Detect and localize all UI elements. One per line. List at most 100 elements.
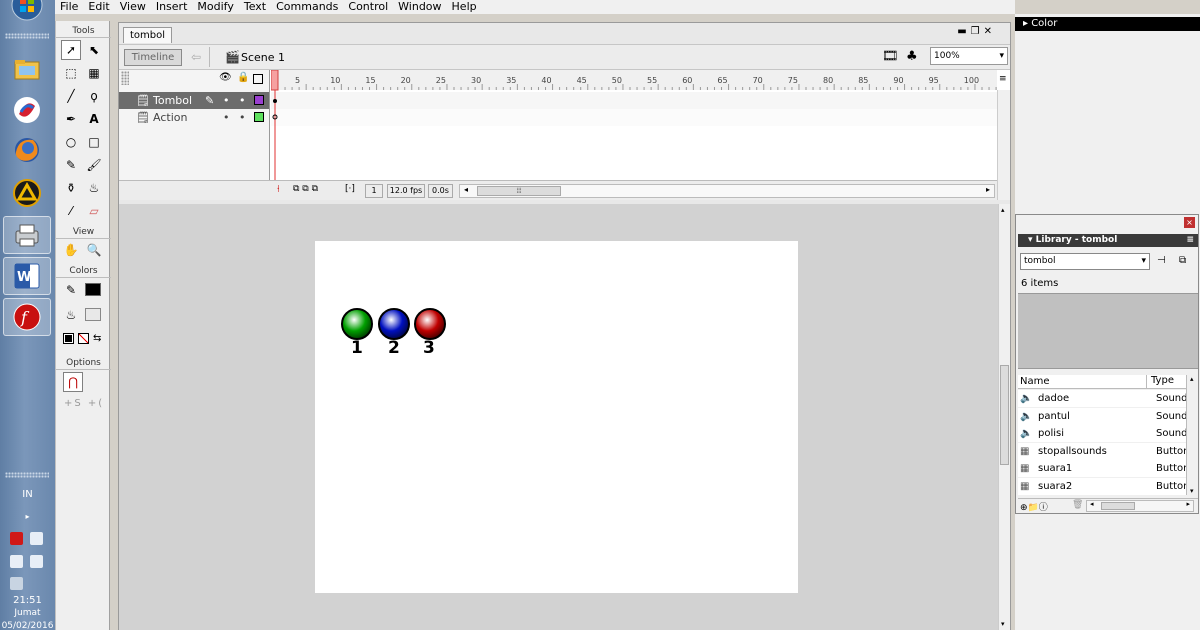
back-arrow-icon[interactable]: ⇦ bbox=[191, 50, 201, 64]
timeline-hscroll[interactable]: ◂ ⦙⦙⦙ ▸ bbox=[459, 184, 995, 198]
library-close-icon[interactable]: × bbox=[1184, 217, 1195, 228]
scroll-left-icon[interactable]: ◂ bbox=[464, 185, 468, 194]
taskbar-firefox[interactable] bbox=[3, 131, 51, 169]
tray-expand-icon[interactable]: ▸ bbox=[0, 512, 55, 521]
button-3-circle[interactable] bbox=[414, 308, 446, 340]
minimize-icon[interactable]: ▬ bbox=[957, 26, 970, 37]
new-symbol-icon[interactable]: ⊕📁ⓘ bbox=[1020, 500, 1048, 513]
menu-modify[interactable]: Modify bbox=[192, 0, 238, 14]
taskbar-file-explorer[interactable] bbox=[3, 50, 51, 88]
outline-all-icon[interactable] bbox=[253, 74, 263, 84]
battery-icon[interactable] bbox=[30, 555, 43, 568]
scroll-right-icon[interactable]: ▸ bbox=[1186, 500, 1190, 508]
gradient-transform-tool-icon[interactable]: ▦ bbox=[84, 63, 104, 83]
paint-bucket-tool-icon[interactable]: ♨ bbox=[84, 178, 104, 198]
frame-rate[interactable]: 12.0 fps bbox=[387, 184, 425, 198]
visibility-dot[interactable]: • bbox=[223, 109, 230, 126]
library-item[interactable]: ▦ suara2 Button bbox=[1018, 477, 1186, 495]
text-tool-icon[interactable]: A bbox=[84, 109, 104, 129]
menu-view[interactable]: View bbox=[115, 0, 151, 14]
timeline-options-icon[interactable]: ≡ bbox=[999, 74, 1007, 84]
library-hscroll-thumb[interactable] bbox=[1101, 502, 1135, 510]
taskbar-flash[interactable]: f bbox=[3, 298, 51, 336]
menu-insert[interactable]: Insert bbox=[151, 0, 193, 14]
lock-dot[interactable]: • bbox=[239, 92, 246, 109]
taskbar-app-triangle[interactable] bbox=[3, 174, 51, 212]
new-library-panel-icon[interactable]: ⧉ bbox=[1179, 255, 1186, 266]
start-button[interactable] bbox=[3, 0, 51, 24]
library-item[interactable]: ▦ stopallsounds Button bbox=[1018, 442, 1186, 460]
restore-icon[interactable]: ❐ bbox=[971, 26, 984, 37]
timeline-vscroll[interactable] bbox=[997, 90, 1010, 200]
stroke-color-icon[interactable]: ✎ bbox=[61, 280, 81, 300]
library-item[interactable]: 🔈 dadoe Sound bbox=[1018, 390, 1186, 407]
library-item[interactable]: ▦ suara1 Button bbox=[1018, 460, 1186, 477]
scroll-down-icon[interactable]: ▾ bbox=[1190, 487, 1194, 495]
color-panel-header[interactable]: ▸ Color bbox=[1015, 17, 1200, 31]
free-transform-tool-icon[interactable]: ⬚ bbox=[61, 63, 81, 83]
stage-vscroll-thumb[interactable] bbox=[1000, 365, 1009, 465]
scroll-down-icon[interactable]: ▾ bbox=[1001, 620, 1005, 628]
lasso-tool-icon[interactable]: ϙ bbox=[84, 86, 104, 106]
visibility-dot[interactable]: • bbox=[223, 92, 230, 109]
flag-icon[interactable] bbox=[10, 555, 23, 568]
column-name[interactable]: Name bbox=[1020, 376, 1050, 387]
stroke-color-swatch[interactable] bbox=[85, 283, 101, 296]
library-menu-icon[interactable]: ≡ bbox=[1186, 234, 1194, 247]
menu-window[interactable]: Window bbox=[393, 0, 446, 14]
eraser-tool-icon[interactable]: ▱ bbox=[84, 201, 104, 221]
taskbar-word[interactable]: W bbox=[3, 257, 51, 295]
library-document-select[interactable]: tombol ▾ bbox=[1020, 253, 1150, 270]
rectangle-tool-icon[interactable]: □ bbox=[84, 132, 104, 152]
pencil-tool-icon[interactable]: ✎ bbox=[61, 155, 81, 175]
lock-all-icon[interactable]: 🔒 bbox=[237, 72, 249, 83]
center-frame-icon[interactable]: ⍿ bbox=[277, 184, 280, 195]
taskbar-printer[interactable] bbox=[3, 216, 51, 254]
ink-bottle-tool-icon[interactable]: ⚱ bbox=[61, 178, 81, 198]
brush-tool-icon[interactable]: 🖌 bbox=[84, 155, 104, 175]
scene-label[interactable]: Scene 1 bbox=[241, 51, 285, 64]
scroll-left-icon[interactable]: ◂ bbox=[1090, 500, 1094, 508]
document-tab[interactable]: tombol bbox=[123, 27, 173, 43]
library-item[interactable]: 🔈 pantul Sound bbox=[1018, 407, 1186, 425]
layer-outline-color-tombol[interactable] bbox=[254, 95, 264, 105]
volume-icon[interactable] bbox=[30, 532, 43, 545]
button-1-circle[interactable] bbox=[341, 308, 373, 340]
zoom-select[interactable]: 100% ▾ bbox=[930, 47, 1008, 65]
layer-row-action[interactable]: 🗒 Action • • bbox=[119, 109, 269, 126]
hand-tool-icon[interactable]: ✋ bbox=[61, 240, 81, 260]
oval-tool-icon[interactable]: ○ bbox=[61, 132, 81, 152]
delete-item-icon[interactable]: 🗑 bbox=[1072, 500, 1083, 510]
eyedropper-tool-icon[interactable]: ⁄ bbox=[61, 201, 81, 221]
lock-dot[interactable]: • bbox=[239, 109, 246, 126]
edit-symbols-icon[interactable]: ♣ bbox=[906, 49, 918, 64]
scroll-up-icon[interactable]: ▴ bbox=[1001, 206, 1005, 214]
subselection-tool-icon[interactable]: ⬉ bbox=[84, 40, 104, 60]
show-hide-all-icon[interactable]: 👁 bbox=[219, 72, 232, 83]
onion-skin-icons[interactable]: ⧉ ⧉ ⧉ bbox=[293, 184, 318, 194]
edit-scene-icon[interactable]: 🎞 bbox=[882, 49, 899, 64]
zoom-tool-icon[interactable]: 🔍 bbox=[84, 240, 104, 260]
fill-color-swatch[interactable] bbox=[85, 308, 101, 321]
button-2-circle[interactable] bbox=[378, 308, 410, 340]
snap-to-objects-icon[interactable]: ⋂ bbox=[63, 372, 83, 392]
window-controls[interactable]: ▬❐✕ bbox=[957, 26, 996, 37]
library-vscroll[interactable]: ▴ ▾ bbox=[1186, 375, 1198, 495]
language-indicator[interactable]: IN bbox=[0, 489, 55, 500]
no-color-icon[interactable] bbox=[78, 333, 89, 344]
line-tool-icon[interactable]: ╱ bbox=[61, 86, 81, 106]
layer-row-tombol[interactable]: 🗒 Tombol ✎ • • bbox=[119, 92, 269, 109]
default-colors-icon[interactable] bbox=[63, 333, 74, 344]
pin-library-icon[interactable]: ⊣ bbox=[1157, 255, 1166, 266]
menu-commands[interactable]: Commands bbox=[271, 0, 343, 14]
network-icon[interactable] bbox=[10, 577, 23, 590]
clock-time[interactable]: 21:51 bbox=[0, 595, 55, 606]
pen-tool-icon[interactable]: ✒ bbox=[61, 109, 81, 129]
scroll-right-icon[interactable]: ▸ bbox=[986, 185, 990, 194]
library-hscroll[interactable]: ◂ ▸ bbox=[1086, 500, 1194, 512]
layer-name-tombol[interactable]: Tombol bbox=[153, 92, 192, 109]
library-header[interactable]: ▾ Library - tombol ≡ bbox=[1018, 234, 1198, 247]
stage-canvas[interactable]: 1 2 3 bbox=[315, 241, 798, 593]
edit-multiple-frames-icon[interactable]: [·] bbox=[345, 184, 355, 194]
timeline-grip[interactable] bbox=[121, 71, 129, 85]
